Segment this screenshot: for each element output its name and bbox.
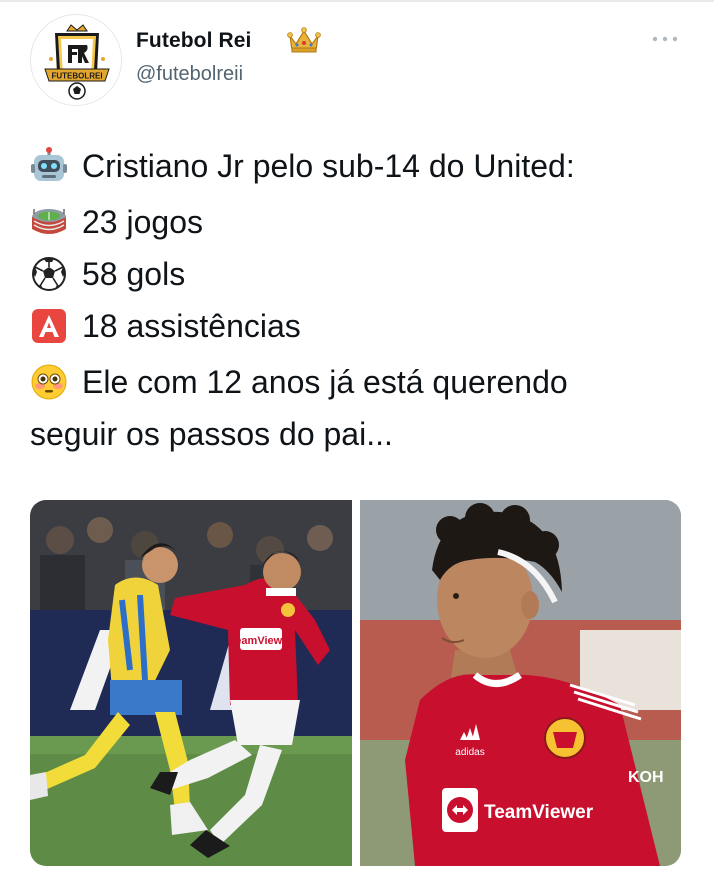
crown-icon [287, 27, 321, 53]
tweet-line-text: 58 gols [82, 256, 186, 292]
soccer-ball-emoji [30, 255, 68, 293]
tweet-text: Cristiano Jr pelo sub-14 do United: 23 j… [30, 140, 690, 460]
photo-portrait[interactable]: adidas TeamViewer KOH [360, 500, 681, 866]
tweet-line-headline: Cristiano Jr pelo sub-14 do United: [30, 140, 690, 192]
jersey-brand-text: adidas [455, 747, 484, 758]
author-handle[interactable]: @futebolreii [136, 63, 243, 86]
sleeve-sponsor-text: KOH [628, 769, 664, 786]
tweet-line-text: Cristiano Jr pelo sub-14 do United: [82, 148, 575, 184]
tweet-line-text: seguir os passos do pai... [30, 416, 393, 452]
flushed-face-emoji [30, 363, 68, 401]
tweet-line-remark: Ele com 12 anos já está querendo [30, 356, 690, 408]
tweet-line-goals: 58 gols [30, 248, 690, 300]
jersey-sponsor-text: TeamViewer [484, 802, 594, 823]
stadium-emoji [30, 203, 68, 241]
tweet-line-assists: 18 assistências [30, 300, 690, 352]
avatar[interactable]: FUTEBOLREI [30, 14, 122, 106]
avatar-banner-text: FUTEBOLREI [51, 72, 102, 81]
more-dots-icon[interactable] [650, 34, 680, 44]
author-name[interactable]: Futebol Rei [136, 29, 251, 53]
tweet-line-games: 23 jogos [30, 196, 690, 248]
tweet-line-text: Ele com 12 anos já está querendo [82, 364, 568, 400]
tweet-line-remark-cont: seguir os passos do pai... [30, 408, 690, 460]
photo-match-action[interactable]: TeamViewer [30, 500, 352, 866]
tweet-header: FUTEBOLREI Futebol Rei @futebolreii [0, 0, 714, 110]
robot-emoji [30, 147, 68, 185]
tweet-media[interactable]: TeamViewer adidas TeamViewer KOH [30, 500, 681, 866]
tweet-line-text: 18 assistências [82, 308, 301, 344]
tweet-line-text: 23 jogos [82, 204, 203, 240]
letter-a-button-emoji [30, 307, 68, 345]
jersey-sponsor-text: TeamViewer [229, 635, 293, 647]
